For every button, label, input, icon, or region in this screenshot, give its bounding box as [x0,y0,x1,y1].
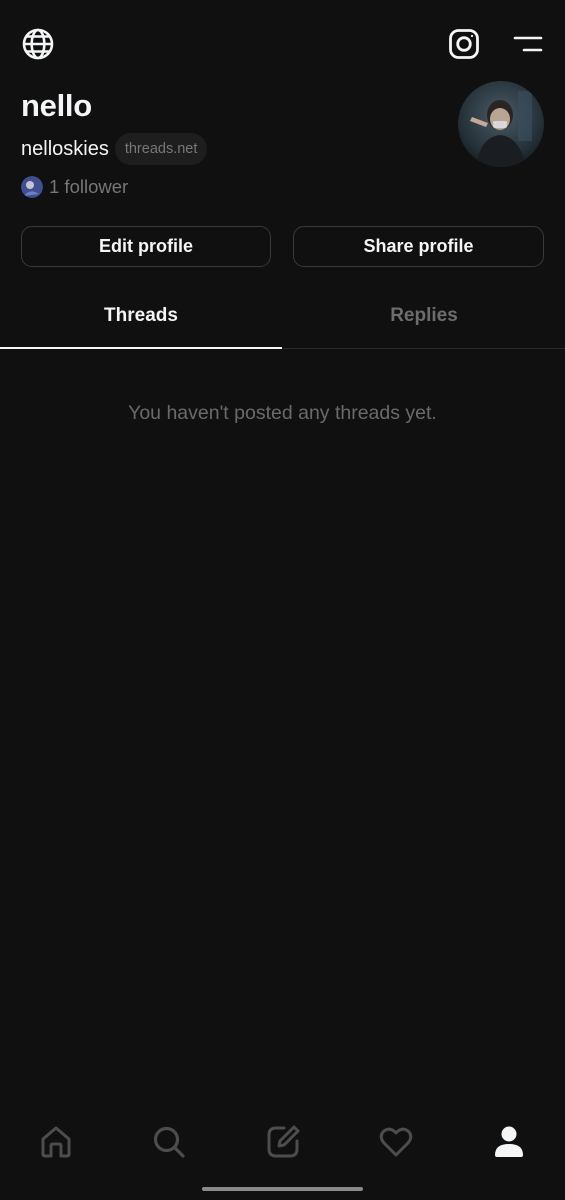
username: nelloskies [21,137,109,160]
nav-home[interactable] [30,1116,82,1168]
globe-icon [22,28,54,60]
handle-row: nelloskies threads.net [21,133,208,165]
menu-icon [513,36,543,52]
instagram-icon [449,29,479,59]
menu-button[interactable] [508,24,548,64]
nav-search[interactable] [143,1116,195,1168]
edit-profile-button[interactable]: Edit profile [21,226,271,267]
bottom-nav [0,1116,565,1168]
display-name: nello [21,88,92,123]
empty-feed-message: You haven't posted any threads yet. [128,402,437,424]
instagram-button[interactable] [444,24,484,64]
globe-button[interactable] [18,24,58,64]
nav-activity[interactable] [370,1116,422,1168]
home-icon [41,1126,71,1158]
search-icon [153,1126,185,1158]
tab-replies[interactable]: Replies [283,294,565,348]
follower-avatar [21,176,43,198]
nav-compose[interactable] [257,1116,309,1168]
heart-icon [379,1127,413,1157]
share-profile-button[interactable]: Share profile [293,226,544,267]
profile-avatar[interactable] [458,81,544,167]
tab-threads[interactable]: Threads [0,294,282,348]
follower-count: 1 follower [49,176,129,197]
active-tab-indicator [0,347,282,349]
nav-profile[interactable] [483,1116,535,1168]
domain-badge[interactable]: threads.net [114,133,208,165]
avatar-photo [458,81,544,167]
gesture-navigation-bar[interactable] [202,1187,363,1191]
compose-icon [267,1125,300,1158]
profile-icon [495,1126,523,1157]
followers-link[interactable]: 1 follower [21,176,128,198]
